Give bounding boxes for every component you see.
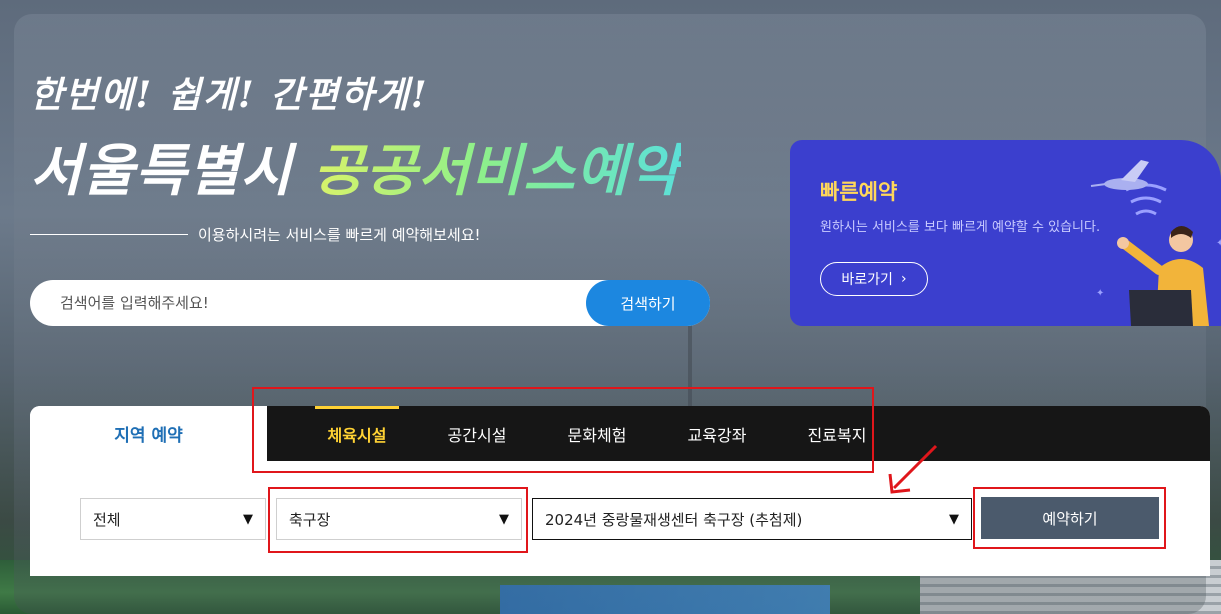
reserve-button[interactable]: 예약하기: [981, 497, 1159, 539]
hero-subtitle: 이용하시려는 서비스를 빠르게 예약해보세요!: [198, 226, 481, 244]
search-input[interactable]: [30, 294, 586, 312]
hero-title-highlight: 공공서비스예약: [313, 138, 681, 204]
reservation-panel: 지역 예약 체육시설 공간시설 문화체험 교육강좌 진료복지 전체 ▼ 축구장 …: [30, 406, 1210, 576]
svg-text:✦: ✦: [1096, 288, 1104, 299]
tab-region-reserve[interactable]: 지역 예약: [30, 406, 267, 461]
facility-select[interactable]: 2024년 중랑물재생센터 축구장 (추첨제) ▼: [532, 498, 972, 540]
tab-culture-experience[interactable]: 문화체험: [537, 406, 657, 461]
region-select[interactable]: 전체 ▼: [80, 498, 266, 540]
dropdown-arrow-icon: ▼: [243, 511, 253, 527]
facility-select-value: 2024년 중랑물재생센터 축구장 (추첨제): [545, 510, 803, 529]
tab-sports-facility[interactable]: 체육시설: [297, 406, 417, 461]
quick-reserve-card: 빠른예약 원하시는 서비스를 보다 빠르게 예약할 수 있습니다. 바로가기 ›…: [790, 140, 1221, 326]
chevron-right-icon: ›: [900, 271, 907, 287]
facility-type-select-value: 축구장: [289, 510, 331, 529]
reservation-tabs: 지역 예약 체육시설 공간시설 문화체험 교육강좌 진료복지: [30, 406, 1210, 461]
quick-reserve-go-label: 바로가기: [841, 272, 893, 288]
quick-reserve-go-button[interactable]: 바로가기 ›: [820, 262, 928, 296]
category-tab-strip: 체육시설 공간시설 문화체험 교육강좌 진료복지: [267, 406, 1210, 461]
region-select-value: 전체: [93, 510, 121, 529]
svg-text:✦: ✦: [1216, 238, 1221, 249]
facility-type-select[interactable]: 축구장 ▼: [276, 498, 522, 540]
quick-reserve-title: 빠른예약: [820, 180, 898, 204]
tab-space-facility[interactable]: 공간시설: [417, 406, 537, 461]
dropdown-arrow-icon: ▼: [499, 511, 509, 527]
hero-title-prefix: 서울특별시: [30, 138, 293, 204]
tab-medical-welfare[interactable]: 진료복지: [777, 406, 897, 461]
dropdown-arrow-icon: ▼: [949, 511, 959, 527]
hero-tagline: 한번에! 쉽게! 간편하게!: [30, 74, 429, 116]
search-button[interactable]: 검색하기: [586, 280, 710, 326]
tab-education-course[interactable]: 교육강좌: [657, 406, 777, 461]
person-laptop-illustration: ✦ ✦: [1090, 160, 1221, 326]
hero-title: 서울특별시 공공서비스예약: [30, 126, 681, 207]
search-bar: 검색하기: [30, 280, 710, 326]
hero-subtitle-row: 이용하시려는 서비스를 빠르게 예약해보세요!: [30, 224, 481, 245]
subtitle-divider: [30, 234, 188, 235]
